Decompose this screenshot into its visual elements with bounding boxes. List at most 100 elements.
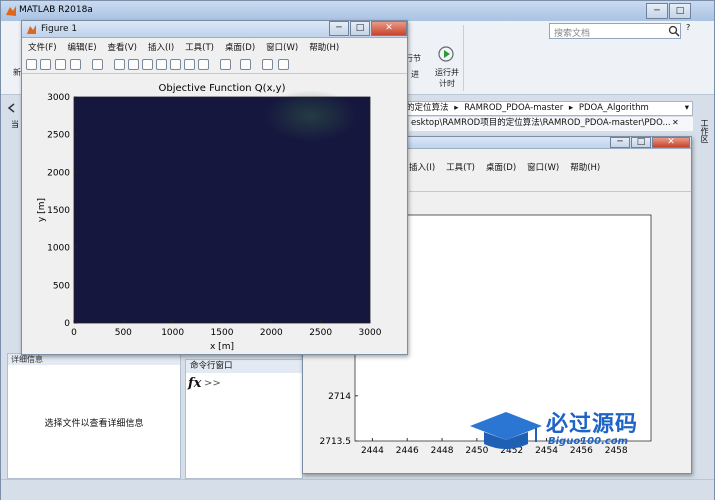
address-segment-1[interactable]: 的定位算法: [406, 103, 449, 113]
figure-logo-icon: [27, 25, 36, 34]
address-bar[interactable]: 的定位算法 ▸ RAMROD_PDOA-master ▸ PDOA_Algori…: [401, 101, 693, 116]
brush-icon[interactable]: [184, 59, 195, 70]
y-tick-label: 1000: [47, 244, 70, 254]
link-icon[interactable]: [198, 59, 209, 70]
window-controls: ─ □: [645, 3, 691, 19]
figure-2-menu-tools[interactable]: 工具(T): [446, 161, 475, 175]
figure-1-titlebar[interactable]: Figure 1 ─ □ ✕: [22, 21, 407, 38]
enter-label[interactable]: 进: [411, 69, 419, 80]
run-and-time-label-2: 计时: [439, 79, 455, 88]
figure-1-maximize-button[interactable]: □: [350, 21, 370, 36]
figure-1-menu-view[interactable]: 查看(V): [108, 41, 137, 55]
rotate-icon[interactable]: [156, 59, 167, 70]
chart-title: Objective Function Q(x,y): [159, 83, 286, 94]
figure-2-menu-insert[interactable]: 插入(I): [409, 161, 435, 175]
graduation-cap-icon: [470, 412, 542, 449]
print-icon[interactable]: [70, 59, 81, 70]
details-message: 选择文件以查看详细信息: [44, 419, 144, 429]
pan-icon[interactable]: [142, 59, 153, 70]
function-browser-icon[interactable]: fx: [188, 376, 201, 391]
colorbar-icon[interactable]: [220, 59, 231, 70]
figure-2-toolbar: [409, 175, 691, 192]
figure-2-menu-window[interactable]: 窗口(W): [527, 161, 559, 175]
y-tick-label: 3000: [47, 93, 70, 103]
y-tick-label: 0: [64, 319, 70, 329]
current-folder-path-text: esktop\RAMROD项目的定位算法\RAMROD_PDOA-master\…: [411, 118, 671, 128]
maximize-button[interactable]: □: [669, 3, 691, 19]
heatmap-hotspot: [264, 89, 357, 142]
data-cursor-icon[interactable]: [170, 59, 181, 70]
details-header: 详细信息: [8, 354, 180, 365]
figure-1-menu-help[interactable]: 帮助(H): [309, 41, 339, 55]
figure-2-menu-help[interactable]: 帮助(H): [570, 161, 600, 175]
figure-1-menu-insert[interactable]: 插入(I): [148, 41, 174, 55]
search-icon[interactable]: [668, 25, 680, 37]
figure-2-menu-desktop[interactable]: 桌面(D): [486, 161, 516, 175]
command-prompt[interactable]: >>: [204, 378, 221, 389]
open-icon[interactable]: [40, 59, 51, 70]
figure-1-toolbar: [22, 56, 407, 74]
y-tick-label: 2714: [328, 392, 351, 402]
legend-icon[interactable]: [240, 59, 251, 70]
zoom-out-icon[interactable]: [128, 59, 139, 70]
current-folder-path: esktop\RAMROD项目的定位算法\RAMROD_PDOA-master\…: [409, 117, 693, 131]
figure-1-minimize-button[interactable]: ─: [329, 21, 349, 36]
x-tick-label: 3000: [359, 328, 382, 338]
figure-2-minimize-button[interactable]: ─: [610, 137, 630, 148]
status-bar: [1, 479, 714, 500]
hide-plot-tools-icon[interactable]: [262, 59, 273, 70]
figure-2-menubar: 插入(I) 工具(T) 桌面(D) 窗口(W) 帮助(H): [409, 161, 691, 175]
x-axis-label: x [m]: [210, 342, 234, 352]
minimize-button[interactable]: ─: [646, 3, 668, 19]
figure-1-menu-desktop[interactable]: 桌面(D): [225, 41, 255, 55]
x-tick-label: 500: [115, 328, 132, 338]
run-and-time-icon[interactable]: [437, 43, 455, 63]
figure-1-menu-edit[interactable]: 编辑(E): [68, 41, 97, 55]
new-file-icon[interactable]: [26, 59, 37, 70]
run-and-time-label-1: 运行并: [435, 68, 459, 77]
y-tick-label: 500: [53, 281, 70, 291]
figure-1-window[interactable]: Figure 1 ─ □ ✕ 文件(F) 编辑(E) 查看(V) 插入(I) 工…: [21, 20, 408, 355]
x-tick-label: 2448: [431, 446, 454, 456]
address-dropdown-icon[interactable]: ▾: [685, 102, 689, 115]
details-panel: 详细信息 选择文件以查看详细信息: [7, 353, 181, 479]
y-tick-label: 2000: [47, 168, 70, 178]
figure-1-menu-tools[interactable]: 工具(T): [185, 41, 214, 55]
figure-2-maximize-button[interactable]: □: [631, 137, 651, 148]
x-tick-label: 2446: [396, 446, 419, 456]
y-tick-label: 2713.5: [320, 437, 352, 447]
address-segment-2[interactable]: RAMROD_PDOA-master: [464, 103, 563, 113]
x-tick-label: 1500: [211, 328, 234, 338]
workspace-side-tab[interactable]: 工作区: [696, 119, 710, 159]
new-label[interactable]: 新: [13, 67, 21, 78]
address-segment-3[interactable]: PDOA_Algorithm: [579, 103, 649, 113]
figure-1-menu-file[interactable]: 文件(F): [28, 41, 57, 55]
x-tick-label: 0: [71, 328, 77, 338]
help-icon[interactable]: ?: [686, 23, 700, 39]
figure-1-close-button[interactable]: ✕: [371, 21, 407, 36]
figure-1-menubar: 文件(F) 编辑(E) 查看(V) 插入(I) 工具(T) 桌面(D) 窗口(W…: [28, 41, 406, 55]
search-documentation-input[interactable]: 搜索文档: [549, 23, 681, 39]
x-tick-label: 2000: [260, 328, 283, 338]
back-arrow-icon[interactable]: [7, 103, 15, 113]
search-placeholder: 搜索文档: [554, 29, 591, 39]
matlab-logo-icon: [6, 6, 16, 16]
y-tick-label: 1500: [47, 206, 70, 216]
panel-close-icon[interactable]: ✕: [672, 118, 679, 127]
zoom-in-icon[interactable]: [114, 59, 125, 70]
y-tick-label: 2500: [47, 131, 70, 141]
watermark-title: 必过源码: [546, 412, 639, 437]
matlab-titlebar: MATLAB R2018a ─ □: [1, 1, 714, 21]
figure-2-close-button[interactable]: ✕: [652, 137, 690, 148]
y-axis-label: y [m]: [37, 198, 47, 222]
x-tick-label: 2500: [309, 328, 332, 338]
x-tick-label: 2444: [361, 446, 384, 456]
x-tick-label: 1000: [161, 328, 184, 338]
pointer-icon[interactable]: [92, 59, 103, 70]
command-window[interactable]: 命令行窗口 fx >>: [185, 359, 303, 479]
matlab-title: MATLAB R2018a: [19, 5, 93, 15]
save-icon[interactable]: [55, 59, 66, 70]
figure-1-menu-window[interactable]: 窗口(W): [266, 41, 298, 55]
show-plot-tools-icon[interactable]: [278, 59, 289, 70]
watermark-url: Biguo100.com: [548, 436, 629, 447]
